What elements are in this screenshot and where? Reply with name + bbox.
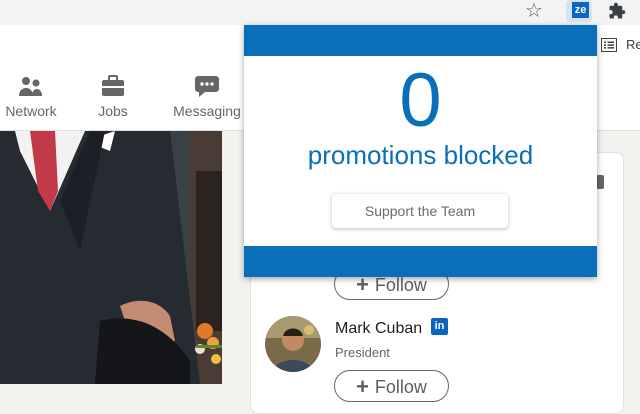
follow-label: Follow	[374, 275, 427, 295]
nav-item-network[interactable]: Network	[0, 74, 62, 126]
blocked-count-label: promotions blocked	[307, 140, 534, 170]
person-name[interactable]: Mark Cuban	[335, 320, 422, 338]
people-icon	[18, 74, 44, 98]
reading-list-icon[interactable]	[601, 38, 617, 52]
nav-label-network: Network	[5, 103, 57, 119]
extension-ze-icon[interactable]: ze	[572, 2, 589, 18]
chat-bubble-icon	[194, 74, 220, 98]
address-bar[interactable]	[0, 0, 556, 25]
follow-label: Follow	[374, 377, 427, 397]
extensions-puzzle-icon[interactable]	[606, 0, 628, 22]
popup-header-bar	[244, 25, 597, 56]
reading-list-label[interactable]: Re	[626, 37, 640, 52]
plus-icon: +	[356, 374, 369, 399]
popup-footer-bar	[244, 246, 597, 277]
person-title: President	[335, 345, 390, 360]
nav-label-messaging: Messaging	[173, 103, 241, 119]
support-team-button[interactable]: Support the Team	[332, 194, 508, 228]
feed-photo[interactable]	[0, 131, 222, 384]
blocked-count: 0	[399, 58, 442, 143]
nav-label-jobs: Jobs	[98, 103, 128, 119]
nav-item-messaging[interactable]: Messaging	[170, 74, 244, 126]
avatar[interactable]	[265, 316, 321, 372]
follow-button[interactable]: + Follow	[334, 370, 449, 402]
linkedin-badge-icon: in	[431, 318, 448, 335]
nav-item-jobs[interactable]: Jobs	[92, 74, 134, 126]
bookmark-star-icon[interactable]: ☆	[522, 0, 546, 23]
briefcase-icon	[100, 74, 126, 98]
extension-popup: 0 promotions blocked Support the Team	[244, 25, 597, 277]
